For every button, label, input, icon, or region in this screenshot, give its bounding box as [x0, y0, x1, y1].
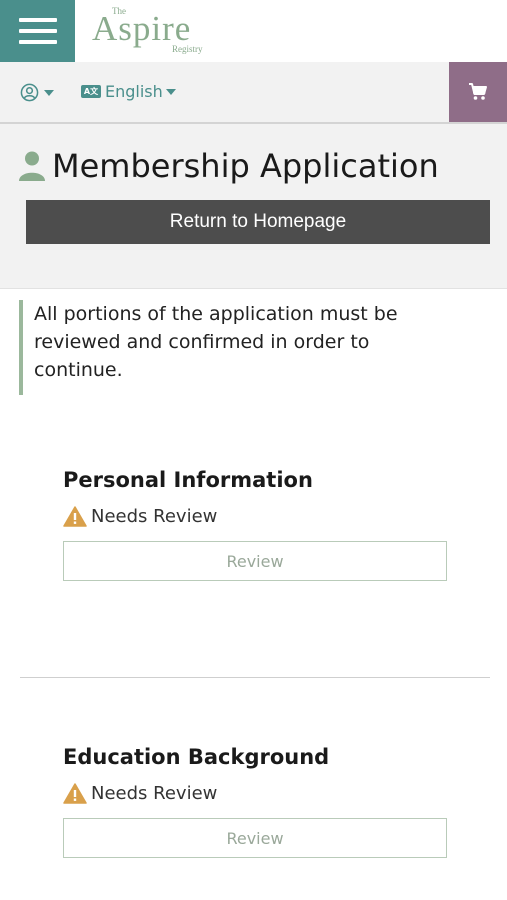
menu-button[interactable]: [0, 0, 75, 62]
aspire-registry-logo[interactable]: The Aspire Registry: [92, 4, 222, 58]
section-education-background: Education Background Needs Review Review: [63, 743, 447, 858]
page-title-row: Membership Application: [18, 148, 439, 184]
account-menu-button[interactable]: [20, 83, 54, 102]
top-bar: The Aspire Registry: [0, 0, 507, 62]
status-row: Needs Review: [63, 783, 447, 804]
status-row: Needs Review: [63, 506, 447, 527]
return-to-homepage-button[interactable]: Return to Homepage: [26, 200, 490, 244]
section-title: Personal Information: [63, 468, 313, 492]
page-title: Membership Application: [52, 147, 439, 185]
utility-bar: A文 English: [0, 62, 507, 124]
language-selector[interactable]: A文 English: [81, 82, 176, 101]
status-text: Needs Review: [91, 506, 218, 527]
menu-icon: [18, 18, 57, 44]
cart-icon: [469, 83, 487, 100]
warning-icon: [63, 506, 87, 527]
section-divider: [20, 677, 490, 678]
logo-registry: Registry: [172, 44, 203, 54]
status-text: Needs Review: [91, 783, 218, 804]
section-personal-information: Personal Information Needs Review Review: [63, 466, 447, 581]
application-notice: All portions of the application must be …: [19, 300, 459, 395]
logo-brand: Aspire: [92, 9, 192, 48]
review-button[interactable]: Review: [63, 541, 447, 581]
language-label: English: [105, 82, 163, 101]
user-circle-icon: [20, 83, 39, 102]
chevron-down-icon: [165, 88, 176, 95]
warning-icon: [63, 783, 87, 804]
chevron-down-icon: [44, 89, 54, 96]
language-icon: A文: [81, 85, 101, 98]
section-title: Education Background: [63, 745, 330, 769]
cart-button[interactable]: [449, 62, 507, 122]
review-button[interactable]: Review: [63, 818, 447, 858]
page-header: Membership Application Return to Homepag…: [0, 124, 507, 289]
user-icon: [19, 151, 45, 181]
